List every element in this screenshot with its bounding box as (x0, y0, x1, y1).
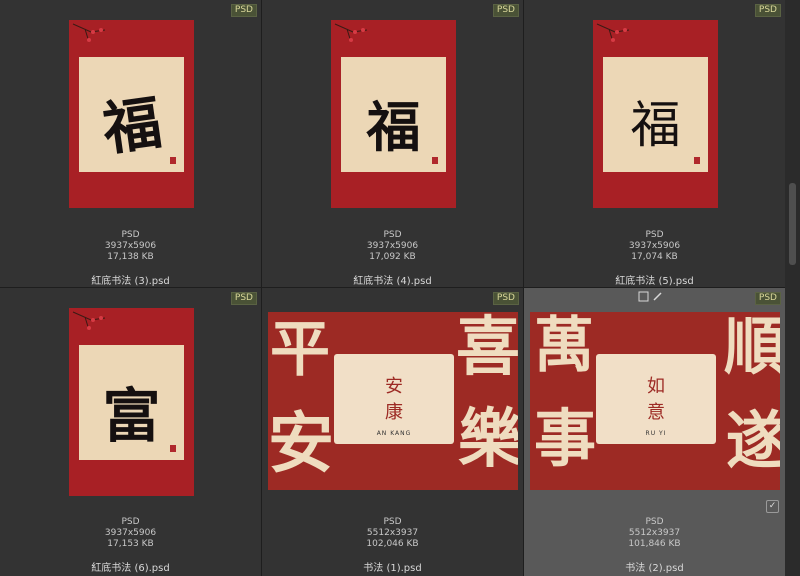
calligraphy-glyph: 事 (534, 402, 597, 475)
file-type-badge: PSD (230, 292, 257, 305)
file-type-badge: PSD (754, 292, 781, 305)
plum-branch-icon (72, 23, 106, 43)
calligraphy-glyph: 福 (366, 95, 421, 159)
file-type: PSD (383, 517, 402, 527)
scrollbar-thumb[interactable] (789, 183, 796, 265)
file-dimensions: 5512x3937 (366, 528, 419, 538)
file-size: 17,092 KB (369, 252, 416, 262)
calligraphy-glyph: 萬 (534, 312, 594, 381)
calligraphy-glyph: 樂 (458, 402, 518, 477)
poster-preview: 富 (69, 308, 194, 496)
card-pinyin: RU YI (645, 430, 667, 437)
plum-branch-icon (334, 23, 368, 43)
file-size: 102,046 KB (366, 539, 419, 549)
file-type: PSD (645, 517, 664, 527)
file-dimensions: 3937x5906 (628, 241, 681, 251)
poster-paper: 福 (79, 57, 184, 172)
file-thumbnail[interactable]: PSD 福 PSD 3937x5906 17,138 KB 紅底书法 (3).p… (0, 0, 261, 287)
file-size: 17,074 KB (631, 252, 678, 262)
poster-paper: 福 (603, 57, 708, 172)
vertical-scrollbar[interactable] (785, 0, 800, 576)
file-name: 紅底书法 (5).psd (615, 276, 694, 287)
banner-preview: 萬 事 順 遂 如 意 RU YI (530, 312, 780, 490)
seal-stamp (170, 157, 176, 164)
pencil-icon[interactable] (652, 291, 663, 302)
card-char: 意 (647, 402, 665, 423)
file-type: PSD (383, 230, 402, 240)
file-name: 紅底书法 (6).psd (91, 563, 170, 574)
calligraphy-glyph: 福 (98, 88, 166, 164)
file-thumbnail[interactable]: PSD 福 PSD 3937x5906 17,092 KB 紅底书法 (4).p… (262, 0, 523, 287)
calligraphy-glyph: 喜 (456, 312, 518, 385)
banner-preview: 平 安 喜 樂 安 康 AN KANG (268, 312, 518, 490)
seal-stamp (170, 445, 176, 452)
file-type-badge: PSD (492, 292, 519, 305)
file-dimensions: 5512x3937 (628, 528, 681, 538)
file-name: 书法 (1).psd (363, 563, 422, 574)
checkmark-icon[interactable]: ✓ (766, 500, 779, 513)
poster-preview: 福 (331, 20, 456, 208)
file-type-badge: PSD (230, 4, 257, 17)
file-size: 17,153 KB (107, 539, 154, 549)
calligraphy-glyph: 富 (102, 382, 161, 450)
calligraphy-glyph: 安 (268, 404, 334, 482)
file-thumbnail[interactable]: PSD 福 PSD 3937x5906 17,074 KB 紅底书法 (5).p… (524, 0, 785, 287)
poster-paper: 福 (341, 57, 446, 172)
file-thumbnail[interactable]: PSD 富 PSD 3937x5906 17,153 KB 紅底书法 (6).p… (0, 288, 261, 576)
file-name: 紅底书法 (4).psd (353, 276, 432, 287)
file-type: PSD (121, 517, 140, 527)
file-dimensions: 3937x5906 (104, 528, 157, 538)
poster-preview: 福 (593, 20, 718, 208)
file-type-badge: PSD (754, 4, 781, 17)
plum-branch-icon (72, 311, 106, 331)
file-thumbnail-selected[interactable]: PSD 萬 事 順 遂 如 意 RU YI ✓ PSD 5512x3937 10… (524, 288, 785, 576)
title-card: 安 康 AN KANG (334, 354, 454, 444)
file-dimensions: 3937x5906 (104, 241, 157, 251)
file-size: 17,138 KB (107, 252, 154, 262)
calligraphy-glyph: 福 (630, 96, 681, 154)
file-dimensions: 3937x5906 (366, 241, 419, 251)
poster-paper: 富 (79, 345, 184, 460)
file-name: 紅底书法 (3).psd (91, 276, 170, 287)
seal-stamp (432, 157, 438, 164)
card-pinyin: AN KANG (376, 430, 412, 437)
calligraphy-glyph: 平 (270, 315, 330, 385)
card-char: 安 (385, 376, 403, 397)
file-type: PSD (121, 230, 140, 240)
file-thumbnail[interactable]: PSD 平 安 喜 樂 安 康 AN KANG PSD 5512x3937 10… (262, 288, 523, 576)
calligraphy-glyph: 遂 (726, 404, 780, 477)
card-char: 康 (385, 402, 403, 423)
card-char: 如 (647, 376, 665, 397)
square-icon[interactable] (638, 291, 649, 302)
file-type: PSD (645, 230, 664, 240)
file-name: 书法 (2).psd (625, 563, 684, 574)
seal-stamp (694, 157, 700, 164)
thumbnail-grid: PSD 福 PSD 3937x5906 17,138 KB 紅底书法 (3).p… (0, 0, 785, 576)
file-size: 101,846 KB (628, 539, 681, 549)
title-card: 如 意 RU YI (596, 354, 716, 444)
file-type-badge: PSD (492, 4, 519, 17)
calligraphy-glyph: 順 (724, 312, 780, 383)
poster-preview: 福 (69, 20, 194, 208)
plum-branch-icon (596, 23, 630, 43)
